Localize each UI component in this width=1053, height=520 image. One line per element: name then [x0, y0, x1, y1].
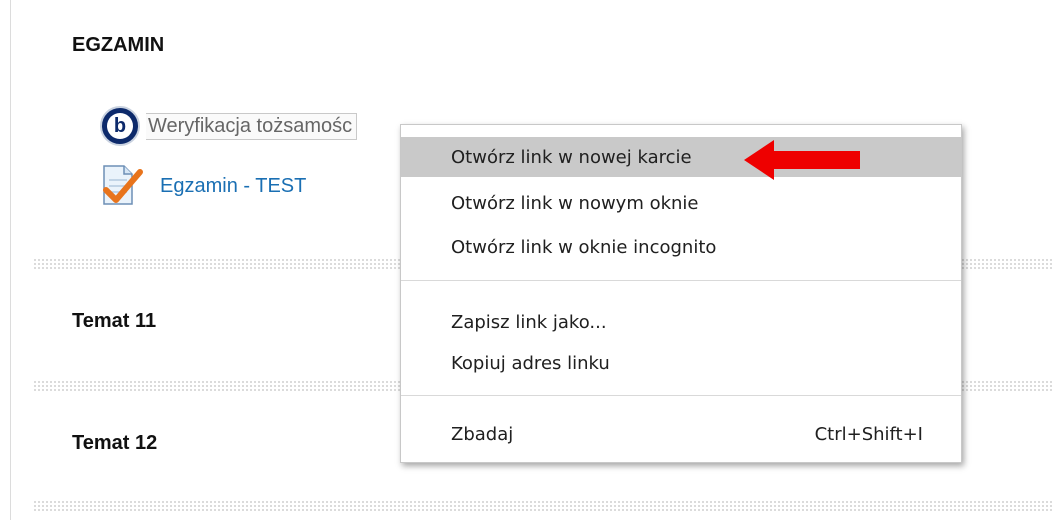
menu-item-save-link-as[interactable]: Zapisz link jako...: [401, 302, 961, 342]
activity-verification-link[interactable]: Weryfikacja tożsamośc: [146, 112, 358, 140]
menu-item-copy-link-address[interactable]: Kopiuj adres linku: [401, 343, 961, 383]
menu-item-open-incognito[interactable]: Otwórz link w oknie incognito: [401, 227, 961, 267]
bigbluebutton-icon: b: [100, 106, 140, 146]
section-title-temat-12: Temat 12: [72, 432, 158, 454]
activity-verification[interactable]: b Weryfikacja tożsamośc: [100, 106, 358, 146]
quiz-checkmark-icon: [103, 165, 143, 205]
menu-separator: [401, 395, 961, 396]
menu-separator: [401, 280, 961, 281]
menu-item-open-new-window[interactable]: Otwórz link w nowym oknie: [401, 183, 961, 223]
activity-exam[interactable]: Egzamin - TEST: [100, 164, 306, 208]
menu-item-label: Zapisz link jako...: [451, 311, 607, 333]
menu-item-label: Zbadaj: [451, 423, 514, 445]
menu-item-open-new-tab[interactable]: Otwórz link w nowej karcie: [401, 137, 961, 177]
menu-item-label: Otwórz link w nowej karcie: [451, 146, 692, 168]
activity-exam-link[interactable]: Egzamin - TEST: [160, 175, 306, 198]
menu-item-label: Otwórz link w nowym oknie: [451, 192, 699, 214]
menu-item-inspect[interactable]: Zbadaj Ctrl+Shift+I: [401, 414, 961, 454]
menu-item-label: Kopiuj adres linku: [451, 352, 610, 374]
section-title-egzamin: EGZAMIN: [72, 34, 165, 56]
section-divider: [33, 500, 1053, 512]
course-left-border: [10, 0, 11, 520]
menu-item-label: Otwórz link w oknie incognito: [451, 236, 717, 258]
red-arrow-icon: [744, 140, 860, 180]
context-menu: Otwórz link w nowej karcie Otwórz link w…: [400, 124, 962, 463]
section-title-temat-11: Temat 11: [72, 310, 157, 332]
menu-item-shortcut: Ctrl+Shift+I: [814, 423, 923, 445]
